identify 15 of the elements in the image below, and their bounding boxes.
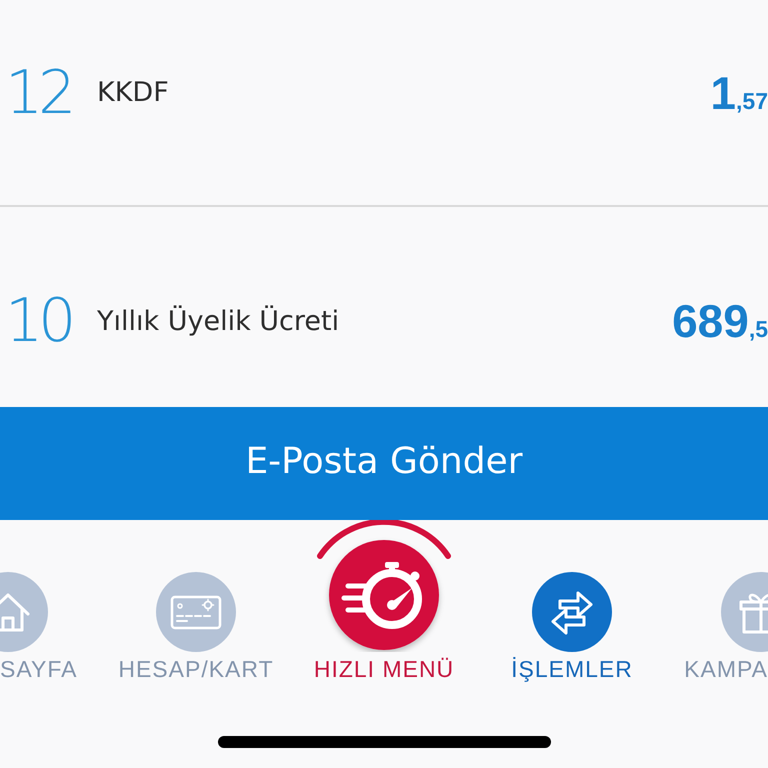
exchange-arrows-icon xyxy=(532,572,612,652)
amount-text: 1,57 xyxy=(710,70,768,116)
stopwatch-icon xyxy=(314,520,454,652)
nav-tab[interactable]: HIZLI MENÜ xyxy=(314,520,454,682)
row-number: 12 xyxy=(5,62,72,122)
row-number: 10 xyxy=(5,291,72,351)
send-email-button[interactable]: E-Posta Gönder xyxy=(0,407,768,520)
nav-tab[interactable]: İŞLEMLER xyxy=(511,572,633,682)
amount-text: 689,5 xyxy=(672,298,768,344)
card-icon xyxy=(156,572,236,652)
fee-label: KKDF xyxy=(97,77,169,108)
nav-tab[interactable]: KAMPA xyxy=(684,572,768,682)
nav-tab[interactable]: HESAP/KART xyxy=(118,572,274,682)
fee-label: Yıllık Üyelik Ücreti xyxy=(97,306,340,336)
nav-tab[interactable]: SAYFA xyxy=(0,572,78,682)
